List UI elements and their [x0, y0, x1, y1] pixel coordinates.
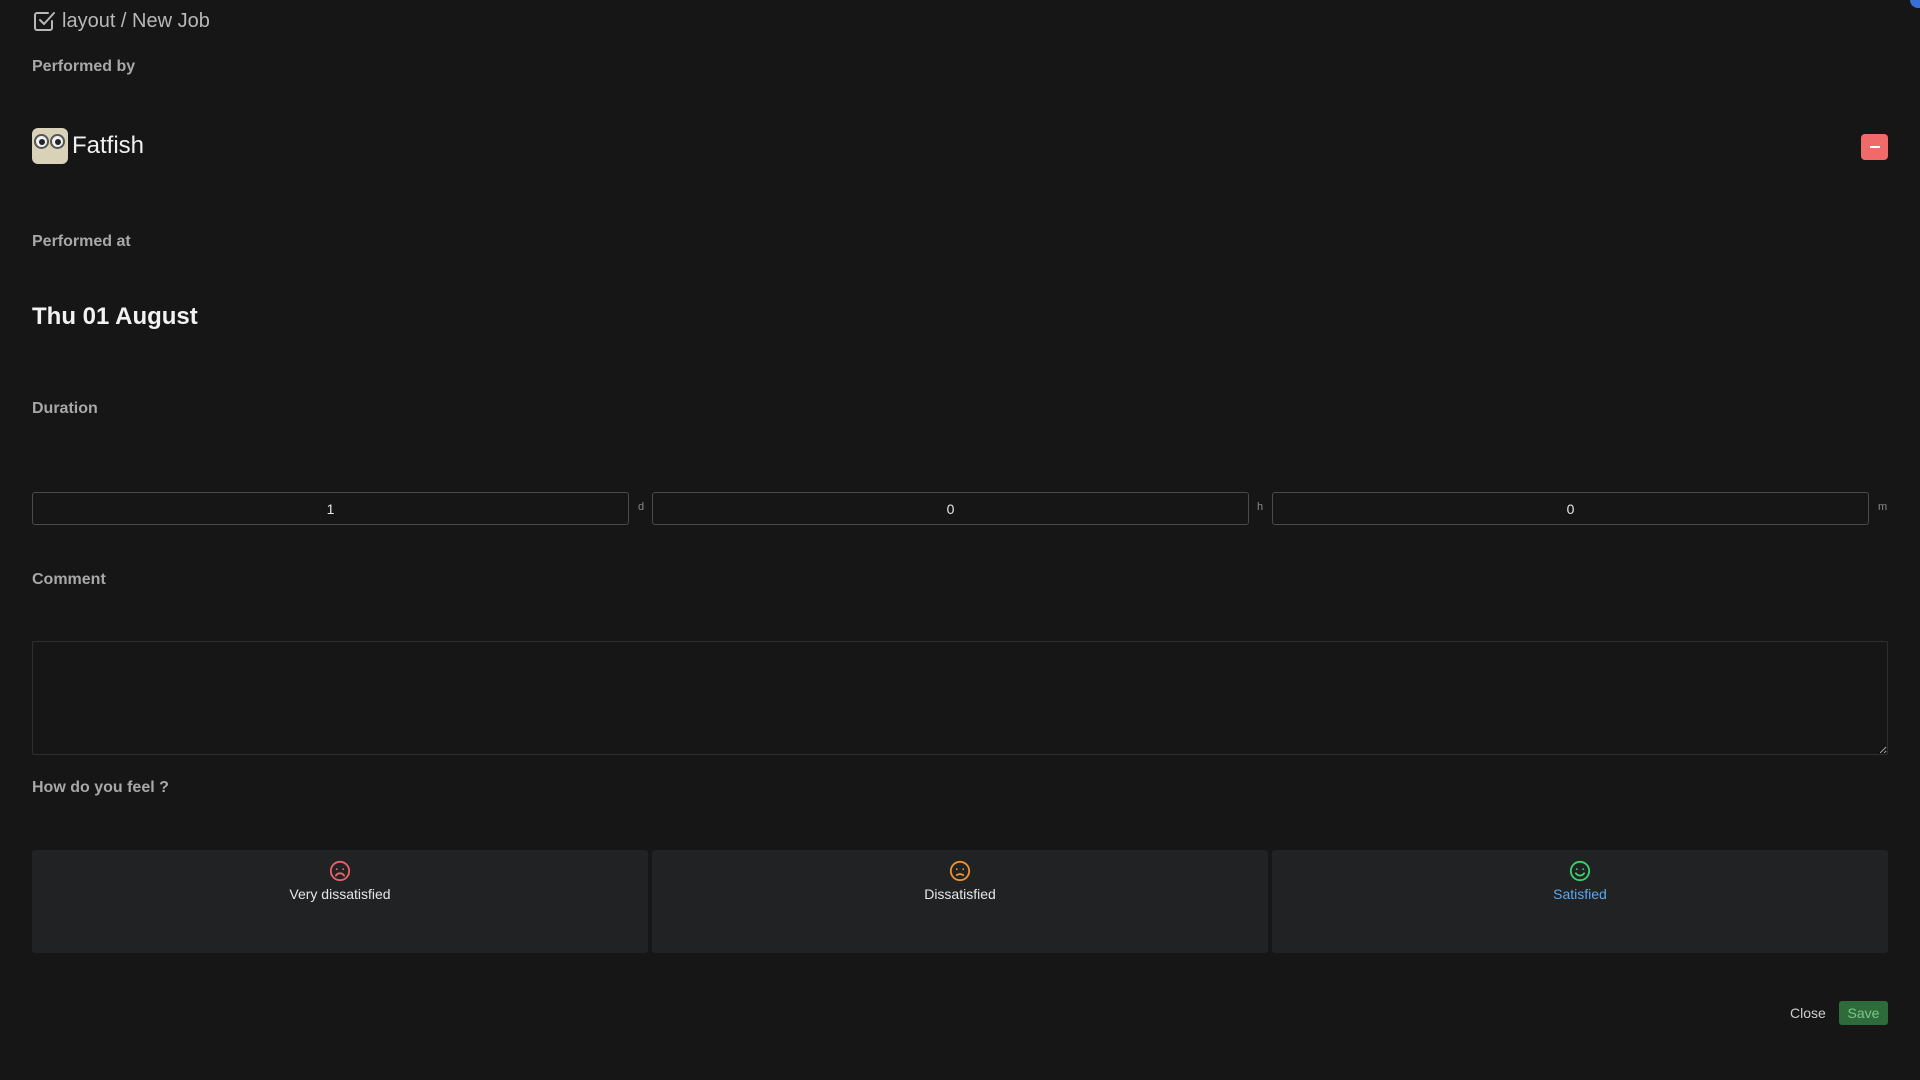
duration-hours-unit: h — [1257, 501, 1264, 513]
comment-textarea[interactable] — [32, 641, 1888, 755]
performed-at-label: Performed at — [32, 233, 131, 250]
performed-at-date[interactable]: Thu 01 August — [32, 303, 198, 331]
feeling-option-satisfied[interactable]: Satisfied — [1272, 850, 1888, 953]
feeling-option-very-dissatisfied[interactable]: Very dissatisfied — [32, 850, 648, 953]
feeling-option-label: Satisfied — [1553, 886, 1607, 902]
page-title: layout / New Job — [62, 9, 210, 32]
close-button[interactable]: Close — [1784, 1001, 1832, 1025]
corner-indicator — [1910, 0, 1920, 8]
performer: Fatfish — [32, 128, 144, 164]
duration-hours-input[interactable] — [652, 492, 1249, 525]
performed-by-label: Performed by — [32, 58, 136, 75]
checkbox-icon — [34, 12, 55, 31]
performer-name: Fatfish — [72, 132, 145, 159]
save-button[interactable]: Save — [1839, 1001, 1888, 1025]
remove-performer-button[interactable] — [1861, 134, 1888, 160]
feeling-option-label: Dissatisfied — [924, 886, 996, 902]
new-job-dialog: layout / New Job Performed by Fatfish Pe… — [0, 0, 1920, 1080]
feeling-option-dissatisfied[interactable]: Dissatisfied — [652, 850, 1268, 953]
duration-minutes-unit: m — [1878, 501, 1888, 513]
feeling-label: How do you feel ? — [32, 779, 169, 796]
duration-minutes-input[interactable] — [1272, 492, 1869, 525]
duration-days-unit: d — [638, 501, 645, 513]
header: layout / New Job — [32, 9, 210, 33]
comment-label: Comment — [32, 571, 106, 588]
satisfied-icon — [1569, 860, 1591, 882]
feeling-option-label: Very dissatisfied — [289, 886, 391, 902]
minus-icon — [1869, 146, 1880, 148]
duration-label: Duration — [32, 400, 98, 417]
duration-days-input[interactable] — [32, 492, 629, 525]
very-dissatisfied-icon — [329, 860, 351, 882]
dissatisfied-icon — [949, 860, 971, 882]
avatar — [32, 128, 68, 164]
